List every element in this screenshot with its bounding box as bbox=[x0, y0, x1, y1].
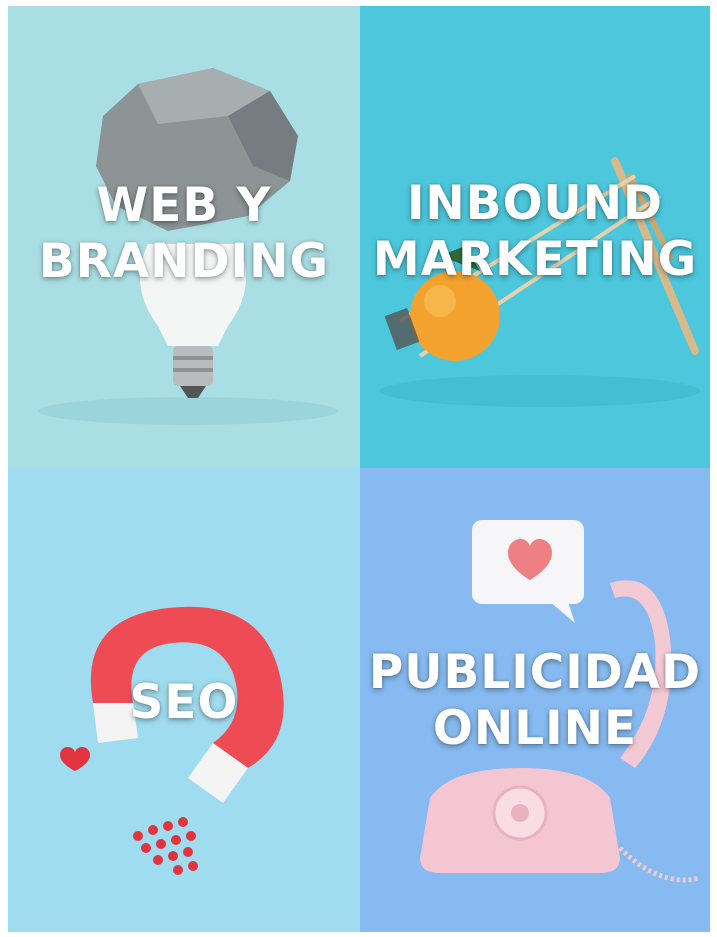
tile-title-line1: SEO bbox=[129, 675, 239, 730]
heart-cluster-icon bbox=[133, 817, 198, 875]
tile-title: WEB Y BRANDING bbox=[8, 178, 360, 290]
tile-title-line2: MARKETING bbox=[372, 232, 698, 287]
tile-title-line1: PUBLICIDAD bbox=[368, 645, 702, 700]
tile-title-line2: ONLINE bbox=[432, 701, 638, 756]
tile-seo[interactable]: SEO bbox=[8, 468, 360, 932]
tile-publicidad-online[interactable]: PUBLICIDAD ONLINE bbox=[360, 468, 710, 932]
tile-title: INBOUND MARKETING bbox=[360, 176, 710, 288]
tile-title-line1: WEB Y bbox=[96, 178, 272, 233]
tile-title-line2: BRANDING bbox=[38, 234, 330, 289]
tile-inbound-marketing[interactable]: INBOUND MARKETING bbox=[360, 6, 710, 468]
tile-title: SEO bbox=[8, 675, 360, 731]
services-grid: WEB Y BRANDING INBOUND MARKETING SEO PUB… bbox=[8, 6, 710, 932]
tile-title-line1: INBOUND bbox=[406, 176, 664, 231]
tile-web-branding[interactable]: WEB Y BRANDING bbox=[8, 6, 360, 468]
tile-title: PUBLICIDAD ONLINE bbox=[360, 645, 710, 757]
